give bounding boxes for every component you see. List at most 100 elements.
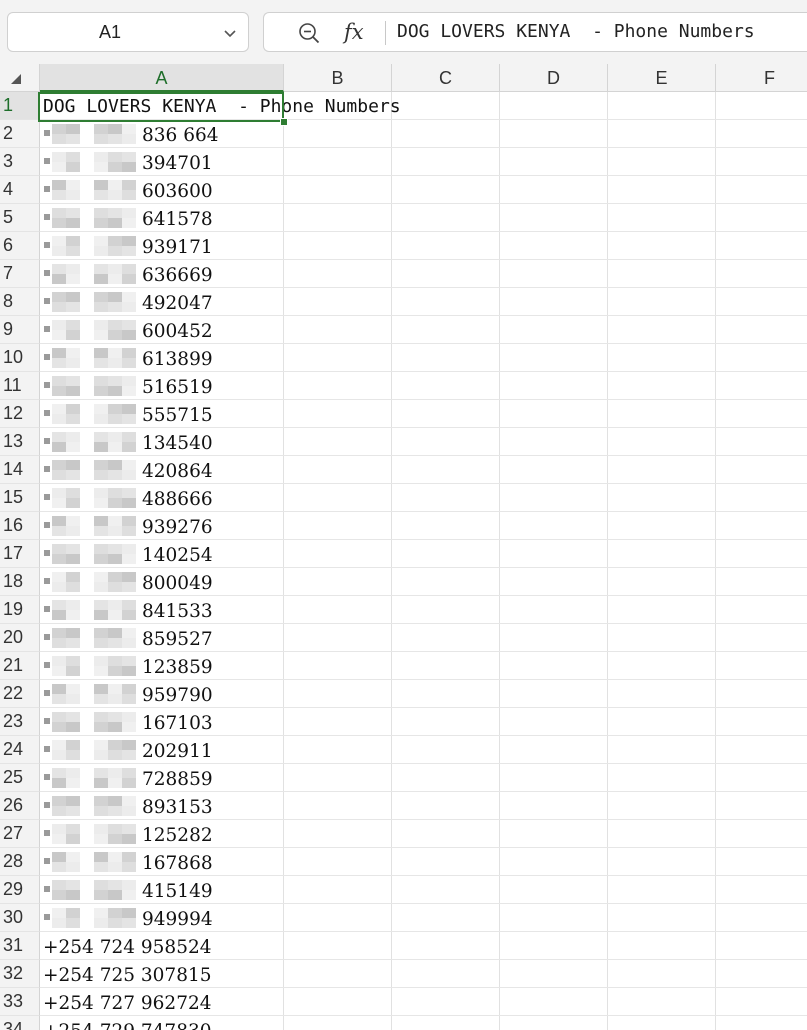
spreadsheet-grid[interactable]: A B C D E F 1 DOG LOVERS KENYA - Phone Numbers 2… [0,64,807,1030]
row-header[interactable]: 6 [0,232,40,260]
redacted-block [122,414,136,424]
redacted-block [108,806,122,816]
formula-separator [385,21,386,45]
redacted-prefix [44,208,136,228]
row-header[interactable]: 2 [0,120,40,148]
title-cell[interactable]: DOG LOVERS KENYA - Phone Numbers [40,92,401,120]
redacted-prefix [44,768,136,788]
redacted-block [108,134,122,144]
fill-handle[interactable] [280,118,288,126]
row-header[interactable]: 30 [0,904,40,932]
row-header[interactable]: 21 [0,652,40,680]
zoom-out-icon[interactable] [298,22,320,44]
redacted-block [122,274,136,284]
row-header[interactable]: 32 [0,960,40,988]
row-header[interactable]: 7 [0,260,40,288]
row-header[interactable]: 4 [0,176,40,204]
row-header[interactable]: 33 [0,988,40,1016]
redacted-prefix [44,880,136,900]
redacted-block [44,242,50,248]
row-header[interactable]: 8 [0,288,40,316]
redacted-block [94,180,108,190]
column-header-c[interactable]: C [392,64,500,92]
redacted-block [108,162,122,172]
row-header[interactable]: 19 [0,596,40,624]
redacted-block [66,852,80,862]
select-all-corner[interactable] [0,64,40,92]
redacted-block [44,410,50,416]
redacted-block [66,908,80,918]
row-header[interactable]: 10 [0,344,40,372]
row-header[interactable]: 29 [0,876,40,904]
redacted-block [94,208,108,218]
phone-number-cell[interactable]: +254 727 962724 [40,988,212,1016]
row-header[interactable]: 15 [0,484,40,512]
column-header-d[interactable]: D [500,64,608,92]
redacted-block [94,638,108,648]
row-header[interactable]: 14 [0,456,40,484]
phone-number-cell[interactable]: +254 725 307815 [40,960,212,988]
row-header[interactable]: 16 [0,512,40,540]
redacted-block [94,264,108,274]
row-header[interactable]: 18 [0,568,40,596]
redacted-block [94,386,108,396]
row-header[interactable]: 31 [0,932,40,960]
redacted-block [122,264,136,274]
row-header[interactable]: 34 [0,1016,40,1030]
redacted-block [108,712,122,722]
redacted-block [66,554,80,564]
phone-number-cell[interactable]: +254 729 747830 [40,1016,212,1030]
row-header[interactable]: 11 [0,372,40,400]
redacted-block [94,572,108,582]
redacted-block [94,432,108,442]
redacted-block [52,740,66,750]
column-header-e[interactable]: E [608,64,716,92]
redacted-block [122,768,136,778]
row-header[interactable]: 25 [0,764,40,792]
redacted-block [122,554,136,564]
row-header[interactable]: 26 [0,792,40,820]
row-header[interactable]: 17 [0,540,40,568]
redacted-block [66,666,80,676]
formula-bar[interactable]: fx DOG LOVERS KENYA - Phone Numbers [263,12,807,52]
redacted-block [66,152,80,162]
row-header[interactable]: 5 [0,204,40,232]
redacted-block [108,694,122,704]
formula-input[interactable]: DOG LOVERS KENYA - Phone Numbers [397,13,755,51]
chevron-down-icon[interactable] [222,25,238,41]
row-header[interactable]: 24 [0,736,40,764]
row-header[interactable]: 28 [0,848,40,876]
row-header[interactable]: 27 [0,820,40,848]
redacted-block [94,162,108,172]
row-header[interactable]: 23 [0,708,40,736]
redacted-block [52,852,66,862]
redacted-block [66,218,80,228]
row-header[interactable]: 12 [0,400,40,428]
row-header[interactable]: 9 [0,316,40,344]
row-header[interactable]: 20 [0,624,40,652]
fx-icon[interactable]: fx [344,17,364,47]
name-box[interactable]: A1 [7,12,249,52]
redacted-block [108,404,122,414]
column-gridline [391,92,392,1030]
row-header[interactable]: 3 [0,148,40,176]
redacted-block [108,264,122,274]
phone-number-cell[interactable]: +254 724 958524 [40,932,212,960]
redacted-block [94,460,108,470]
column-header-f[interactable]: F [716,64,807,92]
column-header-b[interactable]: B [284,64,392,92]
redacted-block [122,740,136,750]
row-header[interactable]: 1 [0,92,40,120]
redacted-block [44,550,50,556]
redacted-block [44,914,50,920]
row-header[interactable]: 22 [0,680,40,708]
row-header[interactable]: 13 [0,428,40,456]
column-header-a[interactable]: A [40,64,284,92]
redacted-block [108,190,122,200]
redacted-block [44,662,50,668]
redacted-block [52,694,66,704]
redacted-block [94,404,108,414]
redacted-block [122,208,136,218]
redacted-block [108,554,122,564]
redacted-block [52,862,66,872]
